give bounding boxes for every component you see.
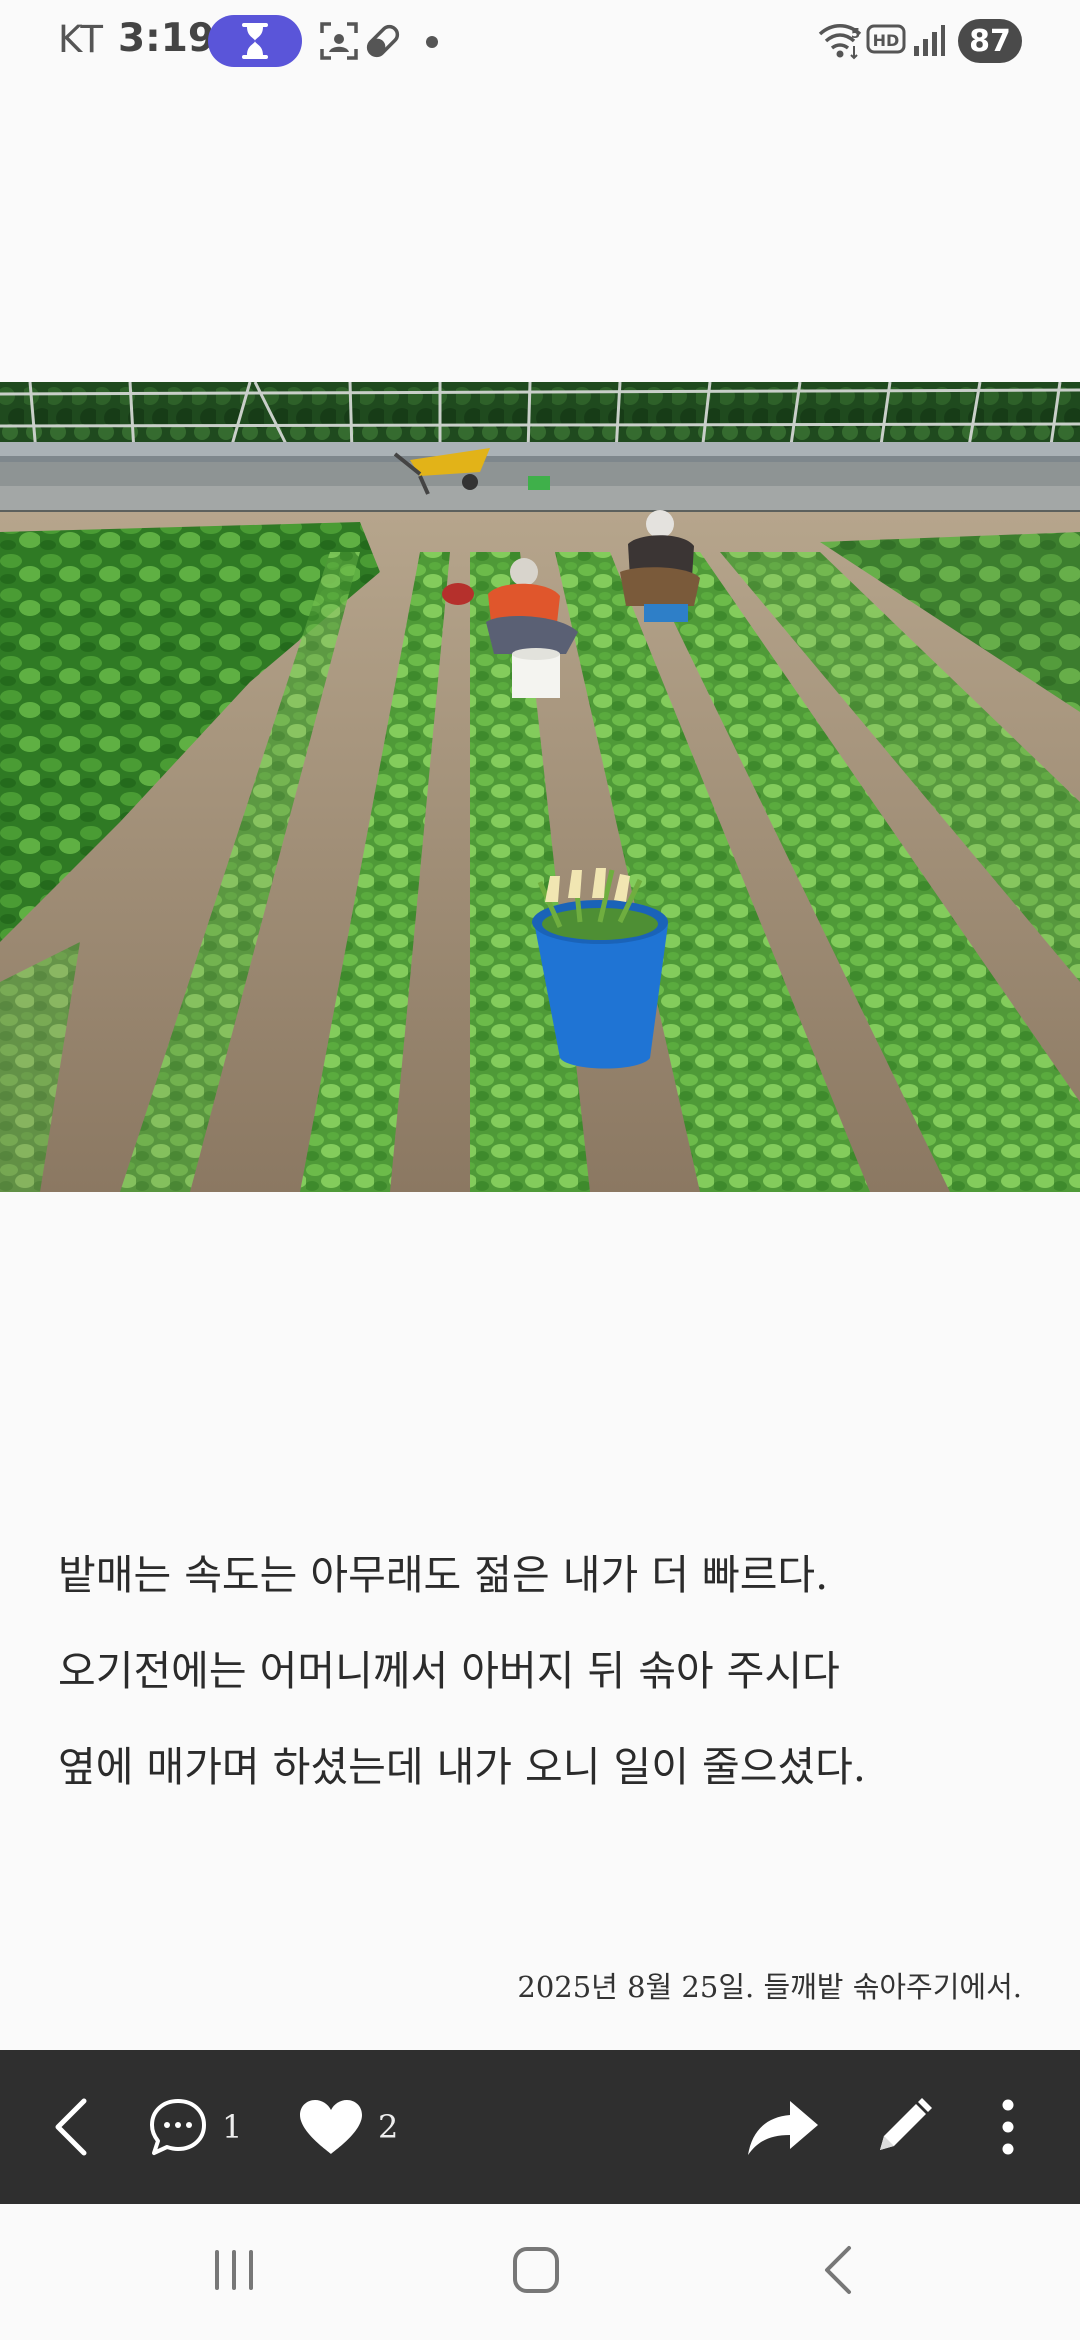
home-icon <box>511 2245 561 2299</box>
action-bar: 1 2 <box>0 2050 1080 2204</box>
comment-count: 1 <box>222 2108 243 2146</box>
signal-icon <box>912 24 946 58</box>
hd-icon: HD <box>866 24 906 58</box>
recent-apps-icon <box>211 2248 257 2296</box>
caption-line-1: 밭매는 속도는 아무래도 젊은 내가 더 빠르다. <box>58 1551 829 1599</box>
recent-apps-button[interactable] <box>174 2204 294 2340</box>
share-icon <box>746 2097 820 2157</box>
more-options-button[interactable] <box>996 2050 1020 2204</box>
edit-pencil-icon <box>872 2096 934 2158</box>
comment-button[interactable]: 1 <box>148 2050 242 2204</box>
system-nav-bar <box>0 2204 1080 2340</box>
svg-text:5: 5 <box>851 27 860 42</box>
post-photo[interactable] <box>0 382 1080 1192</box>
nav-back-button[interactable] <box>778 2204 898 2340</box>
back-icon <box>821 2244 855 2300</box>
battery-icon: 87 <box>958 19 1022 63</box>
screen: KT 3:19 5 HD 87 밭매는 속도는 아무래도 젊은 내가 더 빠르다… <box>0 0 1080 2340</box>
back-arrow-icon <box>48 2095 96 2159</box>
home-button[interactable] <box>476 2204 596 2340</box>
edit-button[interactable] <box>872 2050 934 2204</box>
comment-icon <box>148 2097 208 2157</box>
carrier-label: KT <box>58 18 104 61</box>
like-button[interactable]: 2 <box>298 2050 398 2204</box>
post-signature: 2025년 8월 25일. 들깨밭 솎아주기에서. <box>517 1970 1022 2004</box>
hourglass-icon[interactable] <box>208 15 302 67</box>
status-time: 3:19 <box>118 16 216 61</box>
caption-line-2: 오기전에는 어머니께서 아버지 뒤 솎아 주시다 <box>58 1647 840 1695</box>
like-count: 2 <box>378 2108 399 2146</box>
wifi-icon: 5 <box>818 22 864 60</box>
post-caption: 밭매는 속도는 아무래도 젊은 내가 더 빠르다. 오기전에는 어머니께서 아버… <box>58 1545 1038 1833</box>
back-button[interactable] <box>48 2050 96 2204</box>
status-bar: KT 3:19 5 HD 87 <box>0 0 1080 84</box>
screenshot-icon <box>320 22 358 60</box>
caption-line-3: 옆에 매가며 하셨는데 내가 오니 일이 줄으셨다. <box>58 1743 866 1791</box>
more-vert-icon <box>996 2095 1020 2159</box>
share-button[interactable] <box>746 2050 820 2204</box>
heart-icon <box>298 2098 364 2156</box>
svg-text:HD: HD <box>873 31 900 50</box>
notification-dot-icon <box>426 36 438 48</box>
pill-icon <box>362 20 404 62</box>
